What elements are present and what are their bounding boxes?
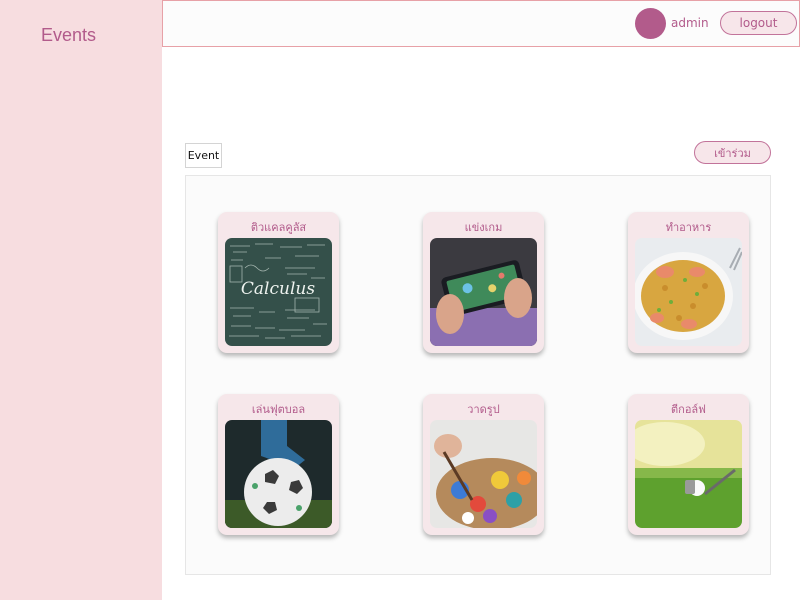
event-card-golf[interactable]: ตีกอล์ฟ bbox=[628, 394, 749, 535]
event-card-title: แข่งเกม bbox=[464, 221, 503, 234]
logout-button[interactable]: logout bbox=[720, 11, 797, 35]
tab-event[interactable]: Event bbox=[185, 143, 222, 168]
event-card-painting[interactable]: วาดรูป bbox=[423, 394, 544, 535]
calculus-chalkboard-icon: Calculus bbox=[225, 238, 332, 346]
sidebar: Events bbox=[0, 0, 162, 600]
event-card-cooking[interactable]: ทำอาหาร bbox=[628, 212, 749, 353]
event-card-football[interactable]: เล่นฟุตบอล bbox=[218, 394, 339, 535]
fried-rice-image bbox=[635, 238, 742, 346]
top-bar: admin logout bbox=[162, 0, 800, 47]
mobile-gaming-image bbox=[430, 238, 537, 346]
event-card-calculus[interactable]: ติวแคลคูลัส Calculus bbox=[218, 212, 339, 353]
golf-ball-image bbox=[635, 420, 742, 528]
calculus-chalkboard-image: Calculus bbox=[225, 238, 332, 346]
paint-palette-icon bbox=[430, 420, 537, 528]
join-button[interactable]: เข้าร่วม bbox=[694, 141, 771, 164]
user-name: admin bbox=[671, 16, 709, 30]
avatar[interactable] bbox=[635, 8, 666, 39]
football-image bbox=[225, 420, 332, 528]
event-card-title: เล่นฟุตบอล bbox=[251, 403, 306, 416]
mobile-gaming-icon bbox=[430, 238, 537, 346]
svg-text:Calculus: Calculus bbox=[241, 279, 315, 299]
event-card-title: ทำอาหาร bbox=[665, 221, 712, 234]
event-card-title: ติวแคลคูลัส bbox=[250, 221, 307, 234]
event-card-title: วาดรูป bbox=[467, 403, 500, 416]
fried-rice-icon bbox=[635, 238, 742, 346]
event-card-gaming[interactable]: แข่งเกม bbox=[423, 212, 544, 353]
golf-ball-icon bbox=[635, 420, 742, 528]
football-icon bbox=[225, 420, 332, 528]
paint-palette-image bbox=[430, 420, 537, 528]
event-card-title: ตีกอล์ฟ bbox=[671, 403, 706, 416]
events-panel: ติวแคลคูลัส Calculus แข่งเกม ทำอาหาร เล่… bbox=[185, 175, 771, 575]
app-brand: Events bbox=[41, 25, 97, 45]
